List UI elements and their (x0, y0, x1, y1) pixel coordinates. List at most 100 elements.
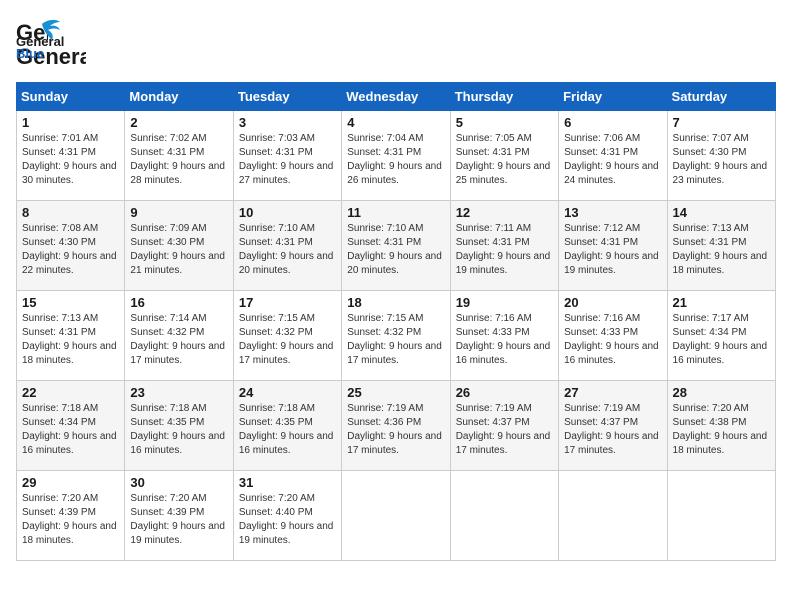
day-info: Sunrise: 7:18 AM Sunset: 4:35 PM Dayligh… (130, 402, 227, 458)
day-number: 8 (22, 205, 119, 220)
day-info: Sunrise: 7:16 AM Sunset: 4:33 PM Dayligh… (564, 312, 661, 368)
day-number: 19 (456, 295, 553, 310)
day-info: Sunrise: 7:13 AM Sunset: 4:31 PM Dayligh… (673, 222, 770, 278)
day-number: 18 (347, 295, 444, 310)
svg-text:Blue: Blue (16, 46, 44, 58)
calendar-week-4: 22 Sunrise: 7:18 AM Sunset: 4:34 PM Dayl… (17, 381, 776, 471)
calendar-cell: 26 Sunrise: 7:19 AM Sunset: 4:37 PM Dayl… (450, 381, 558, 471)
day-number: 26 (456, 385, 553, 400)
day-number: 4 (347, 115, 444, 130)
calendar-cell: 13 Sunrise: 7:12 AM Sunset: 4:31 PM Dayl… (559, 201, 667, 291)
day-info: Sunrise: 7:20 AM Sunset: 4:39 PM Dayligh… (130, 492, 227, 548)
day-number: 16 (130, 295, 227, 310)
calendar-cell: 8 Sunrise: 7:08 AM Sunset: 4:30 PM Dayli… (17, 201, 125, 291)
day-info: Sunrise: 7:06 AM Sunset: 4:31 PM Dayligh… (564, 132, 661, 188)
calendar-cell: 21 Sunrise: 7:17 AM Sunset: 4:34 PM Dayl… (667, 291, 775, 381)
calendar-cell (559, 471, 667, 561)
day-info: Sunrise: 7:11 AM Sunset: 4:31 PM Dayligh… (456, 222, 553, 278)
day-info: Sunrise: 7:19 AM Sunset: 4:36 PM Dayligh… (347, 402, 444, 458)
day-number: 1 (22, 115, 119, 130)
day-header-sunday: Sunday (17, 83, 125, 111)
day-number: 30 (130, 475, 227, 490)
general-blue-logo: General Blue (16, 16, 68, 58)
calendar-cell: 28 Sunrise: 7:20 AM Sunset: 4:38 PM Dayl… (667, 381, 775, 471)
logo-container: General Blue (16, 16, 68, 63)
calendar-cell: 2 Sunrise: 7:02 AM Sunset: 4:31 PM Dayli… (125, 111, 233, 201)
calendar-cell: 24 Sunrise: 7:18 AM Sunset: 4:35 PM Dayl… (233, 381, 341, 471)
day-number: 27 (564, 385, 661, 400)
calendar-cell: 18 Sunrise: 7:15 AM Sunset: 4:32 PM Dayl… (342, 291, 450, 381)
calendar-cell: 20 Sunrise: 7:16 AM Sunset: 4:33 PM Dayl… (559, 291, 667, 381)
day-number: 5 (456, 115, 553, 130)
calendar-week-5: 29 Sunrise: 7:20 AM Sunset: 4:39 PM Dayl… (17, 471, 776, 561)
calendar-cell (450, 471, 558, 561)
calendar-week-2: 8 Sunrise: 7:08 AM Sunset: 4:30 PM Dayli… (17, 201, 776, 291)
calendar-cell: 12 Sunrise: 7:11 AM Sunset: 4:31 PM Dayl… (450, 201, 558, 291)
day-info: Sunrise: 7:20 AM Sunset: 4:40 PM Dayligh… (239, 492, 336, 548)
day-info: Sunrise: 7:18 AM Sunset: 4:34 PM Dayligh… (22, 402, 119, 458)
calendar-cell: 30 Sunrise: 7:20 AM Sunset: 4:39 PM Dayl… (125, 471, 233, 561)
day-number: 14 (673, 205, 770, 220)
calendar-cell: 11 Sunrise: 7:10 AM Sunset: 4:31 PM Dayl… (342, 201, 450, 291)
day-number: 22 (22, 385, 119, 400)
day-header-monday: Monday (125, 83, 233, 111)
calendar-cell: 9 Sunrise: 7:09 AM Sunset: 4:30 PM Dayli… (125, 201, 233, 291)
day-info: Sunrise: 7:08 AM Sunset: 4:30 PM Dayligh… (22, 222, 119, 278)
calendar-week-3: 15 Sunrise: 7:13 AM Sunset: 4:31 PM Dayl… (17, 291, 776, 381)
day-number: 20 (564, 295, 661, 310)
day-info: Sunrise: 7:16 AM Sunset: 4:33 PM Dayligh… (456, 312, 553, 368)
day-header-tuesday: Tuesday (233, 83, 341, 111)
page-header: General General (16, 16, 776, 74)
day-info: Sunrise: 7:13 AM Sunset: 4:31 PM Dayligh… (22, 312, 119, 368)
calendar-cell: 3 Sunrise: 7:03 AM Sunset: 4:31 PM Dayli… (233, 111, 341, 201)
day-info: Sunrise: 7:20 AM Sunset: 4:38 PM Dayligh… (673, 402, 770, 458)
day-number: 3 (239, 115, 336, 130)
day-header-thursday: Thursday (450, 83, 558, 111)
day-info: Sunrise: 7:05 AM Sunset: 4:31 PM Dayligh… (456, 132, 553, 188)
day-header-friday: Friday (559, 83, 667, 111)
calendar-cell (667, 471, 775, 561)
calendar-cell: 25 Sunrise: 7:19 AM Sunset: 4:36 PM Dayl… (342, 381, 450, 471)
calendar-cell: 22 Sunrise: 7:18 AM Sunset: 4:34 PM Dayl… (17, 381, 125, 471)
day-info: Sunrise: 7:10 AM Sunset: 4:31 PM Dayligh… (239, 222, 336, 278)
calendar-cell: 5 Sunrise: 7:05 AM Sunset: 4:31 PM Dayli… (450, 111, 558, 201)
day-number: 24 (239, 385, 336, 400)
calendar-cell: 14 Sunrise: 7:13 AM Sunset: 4:31 PM Dayl… (667, 201, 775, 291)
day-info: Sunrise: 7:19 AM Sunset: 4:37 PM Dayligh… (456, 402, 553, 458)
calendar-cell: 19 Sunrise: 7:16 AM Sunset: 4:33 PM Dayl… (450, 291, 558, 381)
day-info: Sunrise: 7:18 AM Sunset: 4:35 PM Dayligh… (239, 402, 336, 458)
calendar-cell: 31 Sunrise: 7:20 AM Sunset: 4:40 PM Dayl… (233, 471, 341, 561)
day-info: Sunrise: 7:02 AM Sunset: 4:31 PM Dayligh… (130, 132, 227, 188)
day-info: Sunrise: 7:09 AM Sunset: 4:30 PM Dayligh… (130, 222, 227, 278)
calendar-cell: 29 Sunrise: 7:20 AM Sunset: 4:39 PM Dayl… (17, 471, 125, 561)
logo-graphic: General Blue (16, 16, 68, 63)
day-number: 31 (239, 475, 336, 490)
day-number: 23 (130, 385, 227, 400)
day-header-wednesday: Wednesday (342, 83, 450, 111)
calendar-cell (342, 471, 450, 561)
day-info: Sunrise: 7:20 AM Sunset: 4:39 PM Dayligh… (22, 492, 119, 548)
day-number: 10 (239, 205, 336, 220)
calendar-cell: 17 Sunrise: 7:15 AM Sunset: 4:32 PM Dayl… (233, 291, 341, 381)
day-info: Sunrise: 7:12 AM Sunset: 4:31 PM Dayligh… (564, 222, 661, 278)
day-number: 7 (673, 115, 770, 130)
day-info: Sunrise: 7:03 AM Sunset: 4:31 PM Dayligh… (239, 132, 336, 188)
day-number: 21 (673, 295, 770, 310)
day-info: Sunrise: 7:17 AM Sunset: 4:34 PM Dayligh… (673, 312, 770, 368)
day-number: 9 (130, 205, 227, 220)
calendar-cell: 16 Sunrise: 7:14 AM Sunset: 4:32 PM Dayl… (125, 291, 233, 381)
day-info: Sunrise: 7:19 AM Sunset: 4:37 PM Dayligh… (564, 402, 661, 458)
day-number: 15 (22, 295, 119, 310)
day-number: 28 (673, 385, 770, 400)
calendar-header-row: SundayMondayTuesdayWednesdayThursdayFrid… (17, 83, 776, 111)
calendar-cell: 27 Sunrise: 7:19 AM Sunset: 4:37 PM Dayl… (559, 381, 667, 471)
day-number: 13 (564, 205, 661, 220)
calendar-cell: 15 Sunrise: 7:13 AM Sunset: 4:31 PM Dayl… (17, 291, 125, 381)
day-number: 6 (564, 115, 661, 130)
day-number: 11 (347, 205, 444, 220)
day-info: Sunrise: 7:15 AM Sunset: 4:32 PM Dayligh… (239, 312, 336, 368)
day-number: 12 (456, 205, 553, 220)
calendar-cell: 1 Sunrise: 7:01 AM Sunset: 4:31 PM Dayli… (17, 111, 125, 201)
calendar-cell: 7 Sunrise: 7:07 AM Sunset: 4:30 PM Dayli… (667, 111, 775, 201)
calendar-week-1: 1 Sunrise: 7:01 AM Sunset: 4:31 PM Dayli… (17, 111, 776, 201)
